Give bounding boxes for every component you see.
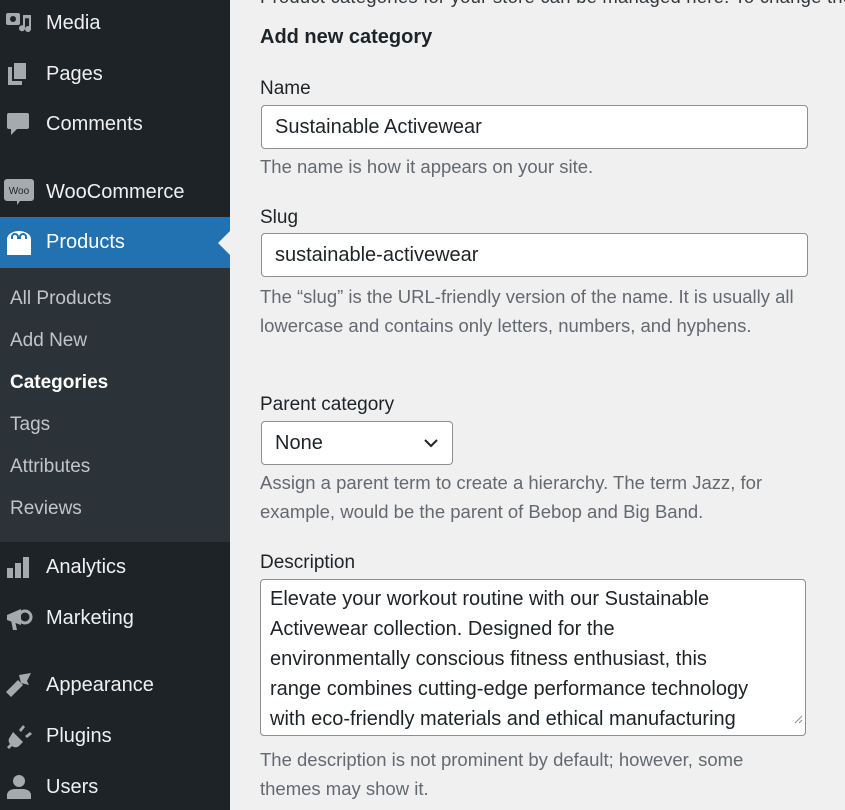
sidebar-item-label: WooCommerce (46, 180, 185, 203)
submenu-add-new[interactable]: Add New (10, 330, 87, 352)
slug-label: Slug (260, 207, 299, 228)
pages-icon (5, 60, 33, 88)
description-help-text: The description is not prominent by defa… (260, 749, 744, 799)
sidebar-item-woocommerce[interactable]: Woo WooCommerce (0, 167, 230, 217)
slug-input[interactable]: sustainable-activewear (261, 233, 808, 277)
description-line: range combines cutting-edge performance … (270, 678, 749, 700)
name-label: Name (260, 78, 311, 99)
products-icon (5, 229, 33, 257)
woocommerce-icon: Woo (4, 178, 34, 206)
sidebar-item-label: Users (46, 775, 99, 798)
sidebar-item-label: Marketing (46, 606, 134, 629)
description-line: with eco-friendly materials and ethical … (270, 708, 736, 730)
plugins-icon (5, 722, 33, 750)
sidebar-item-label: Comments (46, 112, 143, 135)
description-label: Description (260, 552, 356, 573)
sidebar-item-pages[interactable]: Pages (0, 49, 230, 99)
name-help-text: The name is how it appears on your site. (260, 156, 594, 177)
slug-help-text: The “slug” is the URL-friendly version o… (260, 286, 794, 336)
description-line: environmentally conscious fitness enthus… (270, 648, 707, 670)
sidebar-item-label: Media (46, 11, 101, 34)
submenu-tags[interactable]: Tags (10, 414, 50, 436)
page-intro-text: Product categories for your store can be… (260, 0, 845, 8)
parent-category-value: None (275, 431, 323, 454)
parent-category-select[interactable]: None (261, 421, 453, 465)
products-submenu: All Products Add New Categories Tags Att… (0, 268, 230, 542)
slug-input-value: sustainable-activewear (275, 243, 479, 266)
media-icon (5, 9, 33, 37)
sidebar-item-label: Pages (46, 62, 103, 85)
sidebar-item-analytics[interactable]: Analytics (0, 542, 230, 592)
analytics-icon (5, 553, 33, 581)
sidebar-item-label: Products (46, 231, 125, 253)
sidebar-item-label: Plugins (46, 724, 112, 747)
chevron-down-icon (422, 434, 440, 458)
submenu-categories[interactable]: Categories (10, 372, 108, 394)
sidebar-item-label: Appearance (46, 673, 154, 696)
svg-text:Woo: Woo (9, 186, 30, 197)
parent-category-label: Parent category (260, 394, 395, 415)
appearance-icon (5, 671, 33, 699)
sidebar-item-marketing[interactable]: Marketing (0, 593, 230, 643)
add-category-form: Product categories for your store can be… (230, 0, 845, 810)
name-input[interactable]: Sustainable Activewear (261, 105, 808, 149)
description-textarea[interactable]: Elevate your workout routine with our Su… (260, 579, 806, 736)
sidebar-item-users[interactable]: Users (0, 762, 230, 810)
parent-help-text: Assign a parent term to create a hierarc… (260, 472, 763, 522)
sidebar-item-comments[interactable]: Comments (0, 99, 230, 149)
description-line: Activewear collection. Designed for the (270, 618, 615, 640)
sidebar-item-plugins[interactable]: Plugins (0, 711, 230, 761)
sidebar-item-label: Analytics (46, 555, 127, 578)
name-input-value: Sustainable Activewear (275, 115, 482, 138)
submenu-all-products[interactable]: All Products (10, 288, 111, 310)
form-heading: Add new category (260, 26, 433, 48)
sidebar-item-appearance[interactable]: Appearance (0, 660, 230, 710)
comments-icon (5, 110, 33, 138)
description-line: Elevate your workout routine with our Su… (270, 588, 710, 610)
admin-sidebar: Media Pages Comments Woo WooCommerce Pro… (0, 0, 230, 810)
submenu-reviews[interactable]: Reviews (10, 498, 82, 520)
submenu-attributes[interactable]: Attributes (10, 456, 90, 478)
resize-handle-icon[interactable] (793, 703, 803, 733)
sidebar-item-media[interactable]: Media (0, 0, 230, 48)
sidebar-item-products[interactable]: Products (0, 217, 230, 268)
users-icon (5, 773, 33, 801)
marketing-icon (5, 604, 33, 632)
